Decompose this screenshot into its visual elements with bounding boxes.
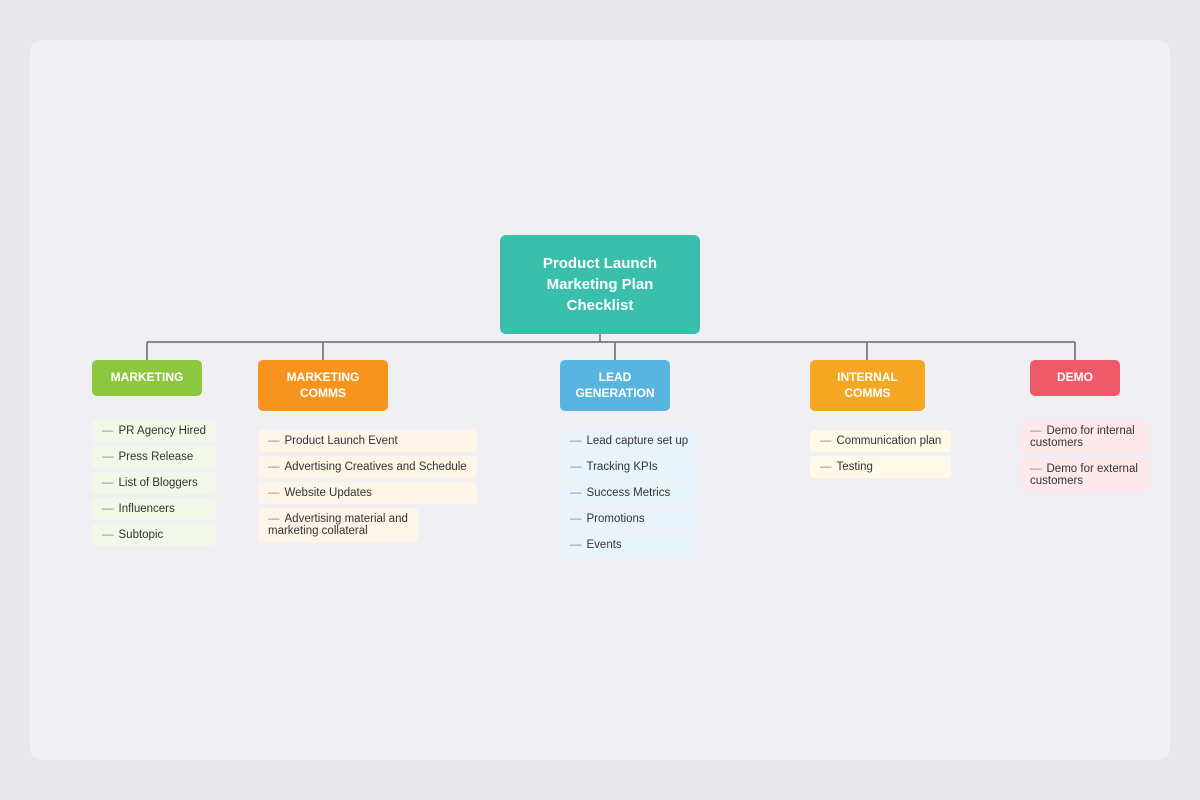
list-item: —PR Agency Hired [92,420,216,442]
list-item: —Lead capture set up [560,430,698,452]
list-item: —Demo for internal customers [1020,420,1150,454]
list-item: —Advertising material and marketing coll… [258,508,418,542]
leadgen-child-list: —Lead capture set up —Tracking KPIs —Suc… [560,430,698,560]
leadgen-branch-node: LEAD GENERATION [560,360,670,411]
list-item: —List of Bloggers [92,472,216,494]
mktcomms-child-list: —Product Launch Event —Advertising Creat… [258,430,477,546]
list-item: —Success Metrics [560,482,698,504]
list-item: —Demo for external customers [1020,458,1150,492]
intcomms-child-list: —Communication plan —Testing [810,430,951,482]
list-item: —Promotions [560,508,698,530]
marketing-child-list: —PR Agency Hired —Press Release —List of… [92,420,216,550]
list-item: —Events [560,534,698,556]
demo-child-list: —Demo for internal customers —Demo for e… [1020,420,1150,496]
canvas: Product Launch Marketing Plan Checklist … [30,40,1170,760]
list-item: —Press Release [92,446,216,468]
intcomms-branch-node: INTERNAL COMMS [810,360,925,411]
list-item: —Communication plan [810,430,951,452]
list-item: —Website Updates [258,482,477,504]
list-item: —Testing [810,456,951,478]
list-item: —Product Launch Event [258,430,477,452]
list-item: —Influencers [92,498,216,520]
mktcomms-branch-node: MARKETING COMMS [258,360,388,411]
root-node: Product Launch Marketing Plan Checklist [500,235,700,334]
marketing-branch-node: MARKETING [92,360,202,396]
list-item: —Subtopic [92,524,216,546]
list-item: —Advertising Creatives and Schedule [258,456,477,478]
list-item: —Tracking KPIs [560,456,698,478]
demo-branch-node: DEMO [1030,360,1120,396]
